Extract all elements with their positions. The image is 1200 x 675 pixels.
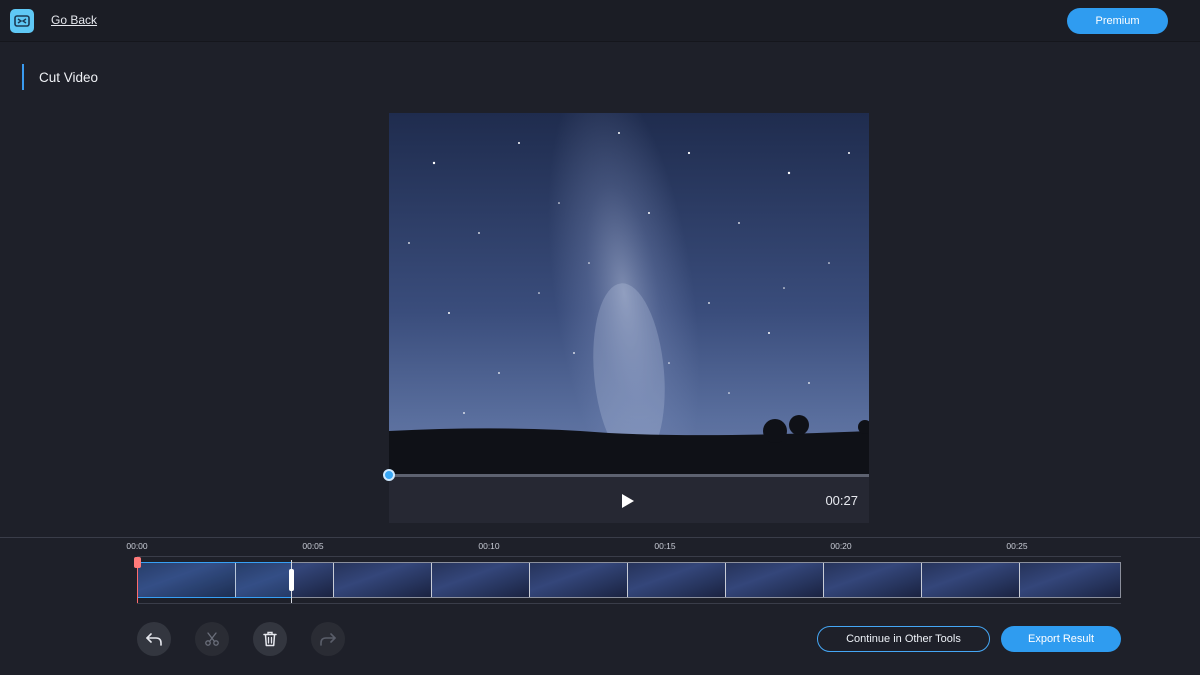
redo-icon (320, 633, 336, 646)
play-button[interactable] (618, 491, 638, 511)
tick-label: 00:15 (654, 541, 676, 551)
thumbnail-frame (236, 563, 334, 597)
thumbnail-frame (824, 563, 922, 597)
tick-label: 00:05 (302, 541, 324, 551)
undo-icon (146, 633, 162, 646)
go-back-link[interactable]: Go Back (51, 13, 97, 27)
app-logo-icon[interactable] (10, 9, 34, 33)
thumbnail-frame (628, 563, 726, 597)
tick-label: 00:10 (478, 541, 500, 551)
undo-button[interactable] (137, 622, 171, 656)
scissors-icon (205, 632, 219, 646)
premium-button[interactable]: Premium (1067, 8, 1168, 34)
top-bar: Go Back Premium (0, 0, 1200, 42)
delete-button[interactable] (253, 622, 287, 656)
scrub-track[interactable] (389, 474, 869, 477)
page-title: Cut Video (39, 69, 99, 85)
timeline-divider (0, 537, 1200, 538)
tick-label: 00:20 (830, 541, 852, 551)
video-preview[interactable] (389, 113, 869, 475)
playhead-handle[interactable] (134, 557, 141, 568)
scrub-handle[interactable] (383, 469, 395, 481)
redo-button[interactable] (311, 622, 345, 656)
section-marker (22, 64, 24, 90)
thumbnail-frame (726, 563, 824, 597)
thumbnail-strip[interactable] (137, 562, 1121, 598)
thumbnail-frame (922, 563, 1020, 597)
night-sky-image (389, 113, 869, 475)
thumbnail-frame (432, 563, 530, 597)
ruler-line (137, 556, 1121, 557)
tick-label: 00:25 (1006, 541, 1028, 551)
thumbnail-frame (138, 563, 236, 597)
selection-end-handle[interactable] (289, 569, 294, 591)
track-baseline (137, 603, 1121, 604)
tick-label: 00:00 (126, 541, 148, 551)
trash-icon (263, 631, 277, 647)
section-header: Cut Video (22, 64, 98, 90)
video-player: 00:27 (383, 113, 869, 523)
time-display: 00:27 (825, 493, 858, 508)
cut-button[interactable] (195, 622, 229, 656)
play-icon (622, 494, 634, 508)
continue-in-other-tools-button[interactable]: Continue in Other Tools (817, 626, 990, 652)
thumbnail-frame (530, 563, 628, 597)
thumbnail-frame (1020, 563, 1120, 597)
thumbnail-frame (334, 563, 432, 597)
timeline-ruler[interactable]: 00:00 00:05 00:10 00:15 00:20 00:25 (126, 541, 1121, 557)
export-result-button[interactable]: Export Result (1001, 626, 1121, 652)
